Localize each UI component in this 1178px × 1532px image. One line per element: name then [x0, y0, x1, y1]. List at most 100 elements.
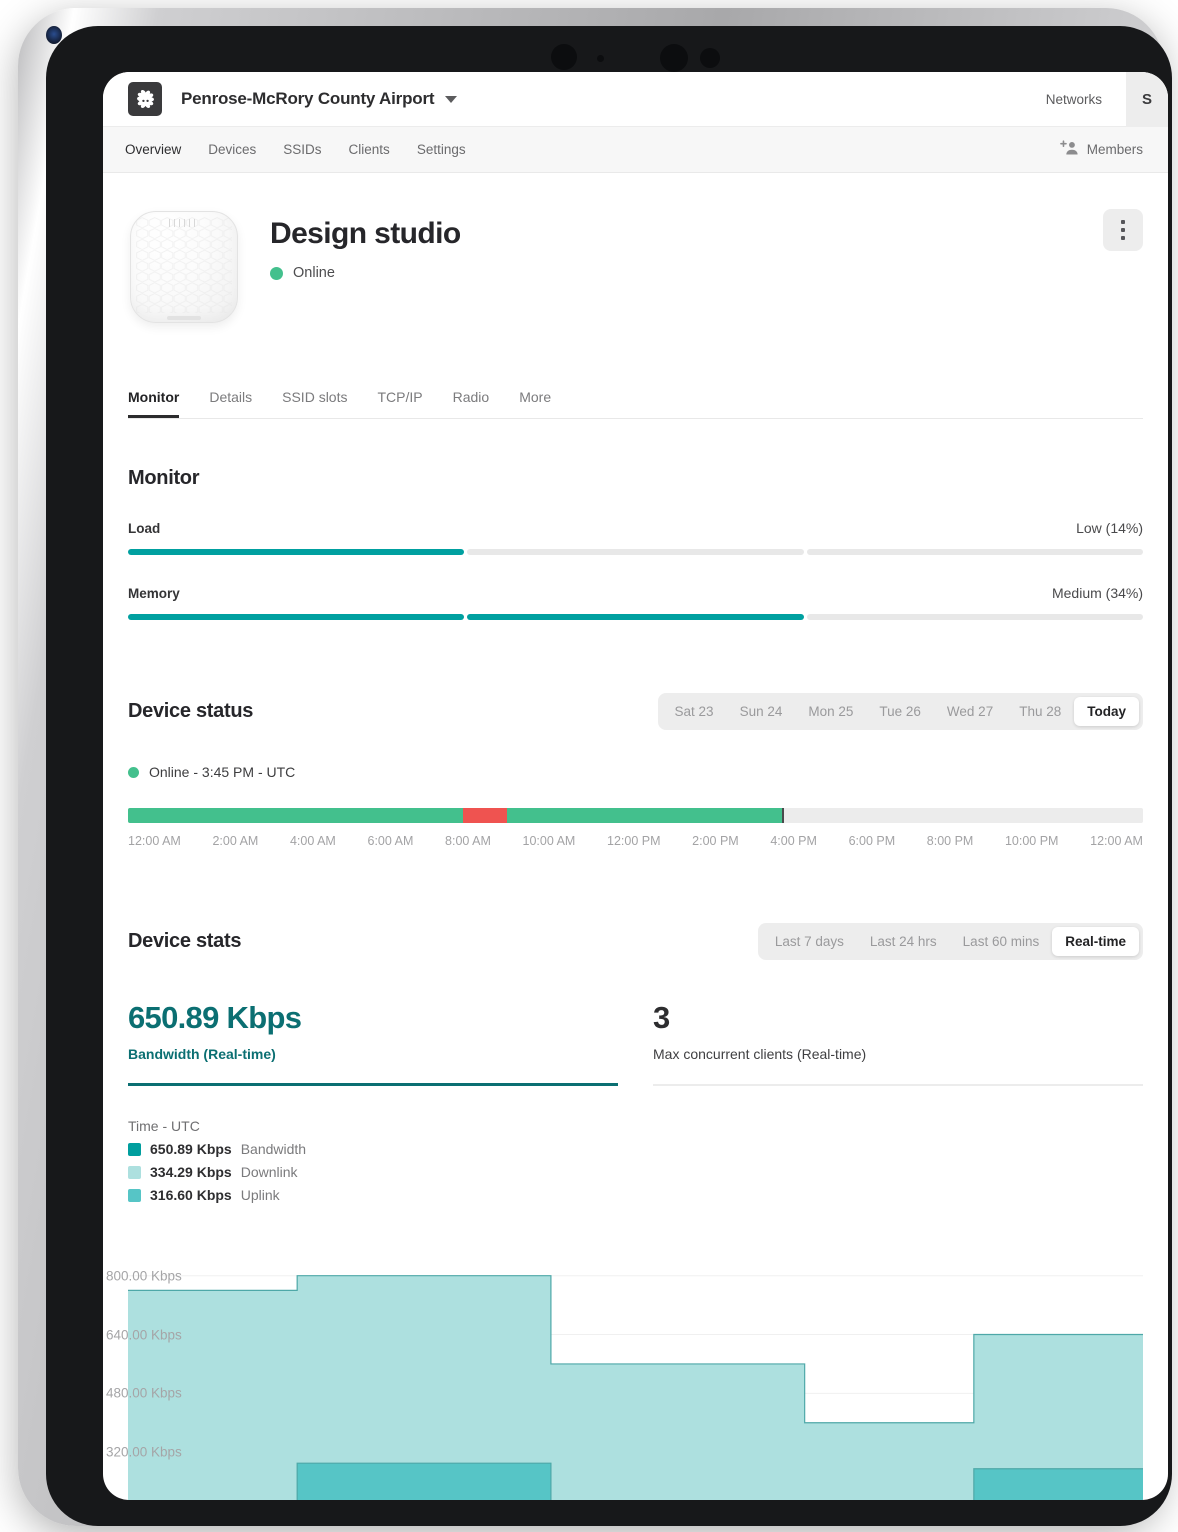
- chart-area-downlink: [128, 1275, 1143, 1500]
- meter-memory-value: Medium (34%): [1051, 585, 1143, 601]
- kebab-dot: [1121, 228, 1125, 232]
- uptime-tick: 6:00 AM: [367, 834, 414, 848]
- chart-y-tick-label: 320.00 Kbps: [106, 1444, 182, 1460]
- device-hero: Design studio Online: [128, 173, 1143, 323]
- uptime-segment-offline: [462, 808, 507, 823]
- range-pill-last-60-mins[interactable]: Last 60 mins: [950, 927, 1053, 956]
- uptime-tick: 8:00 PM: [926, 834, 974, 848]
- legend-name-uplink: Uplink: [240, 1187, 280, 1203]
- tab-ssid-slots[interactable]: SSID slots: [282, 389, 347, 418]
- uptime-tick: 10:00 PM: [1004, 834, 1059, 848]
- infrared-sensor-icon: [46, 26, 62, 44]
- tablet-frame: Penrose-McRory County Airport Networks S…: [18, 8, 1172, 1526]
- meter-memory: Memory Medium (34%): [128, 585, 1143, 620]
- meter-memory-track: [128, 614, 1143, 620]
- device-foot: [167, 316, 201, 320]
- kebab-dot: [1121, 220, 1125, 224]
- uptime-current-status: Online - 3:45 PM - UTC: [149, 764, 296, 780]
- nav-item-overview[interactable]: Overview: [125, 142, 181, 157]
- uptime-tick: 2:00 AM: [212, 834, 259, 848]
- stat-card-max-clients: 3 Max concurrent clients (Real-time): [653, 1000, 1143, 1086]
- range-pill-last-7-days[interactable]: Last 7 days: [762, 927, 857, 956]
- nav-item-ssids[interactable]: SSIDs: [283, 142, 321, 157]
- access-point-device-image: [130, 211, 238, 323]
- uptime-tick: 4:00 PM: [770, 834, 817, 848]
- tab-radio[interactable]: Radio: [453, 389, 490, 418]
- uptime-segment-online: [506, 808, 782, 823]
- day-pill-sun-24[interactable]: Sun 24: [727, 697, 796, 726]
- uptime-now-marker: [781, 808, 784, 823]
- day-pill-mon-25[interactable]: Mon 25: [795, 697, 866, 726]
- legend-swatch-uplink: [128, 1188, 141, 1202]
- meter-memory-label: Memory: [128, 586, 180, 601]
- legend-value-uplink: 316.60 Kbps: [150, 1187, 232, 1203]
- tablet-bezel: Penrose-McRory County Airport Networks S…: [46, 26, 1172, 1526]
- uptime-timeline[interactable]: [128, 808, 1143, 823]
- legend-row-downlink: 334.29 Kbps Downlink: [128, 1164, 1143, 1180]
- meter-memory-row: Memory Medium (34%): [128, 585, 1143, 601]
- day-pill-sat-23[interactable]: Sat 23: [662, 697, 727, 726]
- tab-details[interactable]: Details: [209, 389, 252, 418]
- tablet-screen: Penrose-McRory County Airport Networks S…: [103, 72, 1168, 1500]
- online-dot-icon: [128, 766, 139, 778]
- butterfly-logo-icon[interactable]: [128, 82, 162, 116]
- day-pill-wed-27[interactable]: Wed 27: [934, 697, 1006, 726]
- nav-item-devices[interactable]: Devices: [208, 142, 256, 157]
- legend-value-downlink: 334.29 Kbps: [150, 1164, 232, 1180]
- day-pill-thu-28[interactable]: Thu 28: [1006, 697, 1074, 726]
- stat-bandwidth-value: 650.89 Kbps: [128, 1000, 302, 1035]
- meter-load-row: Load Low (14%): [128, 520, 1143, 536]
- legend-value-bandwidth: 650.89 Kbps: [150, 1141, 232, 1157]
- range-pill-real-time[interactable]: Real-time: [1052, 927, 1139, 956]
- meter-load-track: [128, 549, 1143, 555]
- day-selector: Sat 23 Sun 24 Mon 25 Tue 26 Wed 27 Thu 2…: [657, 693, 1143, 730]
- chart-y-tick-label: 640.00 Kbps: [106, 1327, 182, 1343]
- tab-monitor[interactable]: Monitor: [128, 389, 179, 418]
- uptime-segment-online: [128, 808, 463, 823]
- meter-segment: [128, 549, 465, 555]
- legend-swatch-downlink: [128, 1165, 141, 1179]
- chart-y-tick-label: 800.00 Kbps: [106, 1268, 182, 1284]
- header-right-group: Networks S: [1046, 72, 1168, 127]
- chart-y-tick-label: 480.00 Kbps: [106, 1385, 182, 1401]
- chevron-down-icon[interactable]: [445, 95, 458, 103]
- device-status-header: Device status Sat 23 Sun 24 Mon 25 Tue 2…: [128, 693, 1143, 730]
- uptime-tick: 2:00 PM: [692, 834, 739, 848]
- section-tabs: Monitor Details SSID slots TCP/IP Radio …: [128, 389, 1143, 419]
- tab-more[interactable]: More: [519, 389, 551, 418]
- networks-link[interactable]: Networks: [1046, 92, 1102, 107]
- legend-name-downlink: Downlink: [240, 1164, 298, 1180]
- org-name[interactable]: Penrose-McRory County Airport: [181, 89, 435, 109]
- page-body: Design studio Online Monitor Details SSI…: [103, 173, 1168, 1500]
- uptime-tick: 4:00 AM: [289, 834, 336, 848]
- stat-card-bandwidth: 650.89 Kbps Bandwidth (Real-time): [128, 1000, 618, 1086]
- meter-segment: [806, 549, 1143, 555]
- uptime-tick: 6:00 PM: [848, 834, 896, 848]
- range-pill-last-24-hrs[interactable]: Last 24 hrs: [857, 927, 950, 956]
- members-label: Members: [1086, 142, 1143, 157]
- front-camera-icon: [551, 44, 577, 70]
- uptime-tick-labels: 12:00 AM 2:00 AM 4:00 AM 6:00 AM 8:00 AM…: [128, 834, 1143, 848]
- tab-tcp-ip[interactable]: TCP/IP: [377, 389, 422, 418]
- main-nav: Overview Devices SSIDs Clients Settings …: [103, 127, 1168, 173]
- day-pill-today[interactable]: Today: [1074, 697, 1139, 726]
- day-pill-tue-26[interactable]: Tue 26: [866, 697, 934, 726]
- depth-camera-icon: [660, 44, 688, 72]
- device-vent-slots-icon: [169, 219, 199, 227]
- nav-item-settings[interactable]: Settings: [417, 142, 466, 157]
- time-range-selector: Last 7 days Last 24 hrs Last 60 mins Rea…: [757, 923, 1143, 960]
- nav-item-clients[interactable]: Clients: [349, 142, 390, 157]
- avatar[interactable]: S: [1126, 72, 1168, 127]
- meter-segment: [467, 549, 804, 555]
- tooltip-time-label: Time - UTC: [128, 1118, 200, 1134]
- meter-segment: [806, 614, 1143, 620]
- kebab-menu-icon[interactable]: [1103, 209, 1143, 251]
- status-badge: Online: [270, 265, 461, 281]
- stat-max-clients-underline: [653, 1084, 1143, 1086]
- bandwidth-area-chart[interactable]: 800.00 Kbps 640.00 Kbps 480.00 Kbps 320.00 …: [106, 1261, 1143, 1500]
- legend-row-uplink: 316.60 Kbps Uplink: [128, 1187, 1143, 1203]
- stat-bandwidth-underline: [128, 1083, 618, 1086]
- device-titles: Design studio Online: [270, 211, 461, 281]
- members-button[interactable]: Members: [1059, 140, 1143, 159]
- legend-swatch-bandwidth: [128, 1142, 141, 1156]
